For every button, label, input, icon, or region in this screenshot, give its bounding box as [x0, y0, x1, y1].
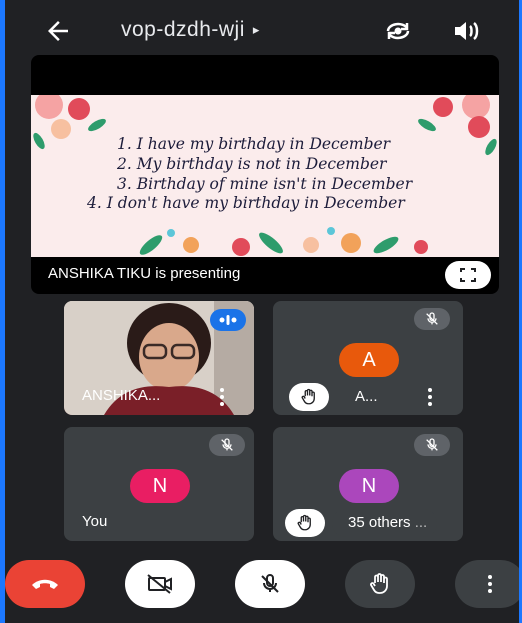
- slide-line-2: 2. My birthday is not in December: [117, 155, 387, 173]
- caret-right-icon: ▸: [252, 22, 260, 38]
- camera-toggle-button[interactable]: [125, 560, 195, 608]
- more-options-button[interactable]: [455, 560, 519, 608]
- participant-tile[interactable]: A A...: [273, 301, 463, 415]
- top-bar: vop-dzdh-wji ▸: [5, 10, 519, 54]
- mic-off-icon: [261, 573, 279, 593]
- more-vert-icon[interactable]: [427, 388, 433, 406]
- participant-name: 35 others: [348, 514, 411, 531]
- participant-name: ANSHIKA...: [82, 387, 161, 404]
- raise-hand-icon: [370, 573, 388, 594]
- mic-off-icon: [221, 438, 233, 451]
- raise-hand-icon: [301, 388, 315, 405]
- muted-indicator: [414, 434, 450, 456]
- back-button[interactable]: [43, 16, 75, 48]
- meeting-title[interactable]: vop-dzdh-wji ▸: [121, 18, 260, 42]
- end-call-button[interactable]: [5, 560, 85, 608]
- participant-name: A...: [355, 388, 378, 405]
- presentation-slide: 1. I have my birthday in December 2. My …: [31, 95, 499, 257]
- meeting-code: vop-dzdh-wji: [121, 18, 245, 41]
- meet-screen: vop-dzdh-wji ▸ 1. I have my birthday in …: [5, 0, 519, 623]
- slide-line-3: 3. Birthday of mine isn't in December: [117, 175, 413, 193]
- others-count[interactable]: 35 others ...: [332, 509, 438, 537]
- mic-off-icon: [426, 312, 438, 325]
- fullscreen-button[interactable]: [445, 261, 491, 289]
- muted-indicator: [209, 434, 245, 456]
- hand-raised-indicator: [289, 383, 329, 411]
- fullscreen-icon: [460, 268, 476, 282]
- presentation-card[interactable]: 1. I have my birthday in December 2. My …: [31, 55, 499, 294]
- mic-off-icon: [426, 438, 438, 451]
- hand-raised-indicator: [285, 509, 325, 537]
- avatar: A: [339, 343, 399, 377]
- speaking-indicator: [210, 309, 246, 331]
- participant-name: You: [82, 513, 108, 530]
- raise-hand-icon: [297, 514, 311, 531]
- raise-hand-button[interactable]: [345, 560, 415, 608]
- presenter-label: ANSHIKA TIKU is presenting: [48, 265, 241, 282]
- switch-camera-button[interactable]: [383, 18, 413, 49]
- more-vert-icon: [487, 575, 493, 593]
- participant-tile[interactable]: ANSHIKA...: [64, 301, 254, 415]
- camera-off-icon: [147, 574, 172, 594]
- speaker-icon: [455, 22, 479, 40]
- camera-switch-icon: [386, 22, 410, 40]
- audio-level-icon: [219, 315, 237, 325]
- mic-toggle-button[interactable]: [235, 560, 305, 608]
- avatar: N: [339, 469, 399, 503]
- arrow-left-icon: [48, 21, 68, 41]
- avatar: N: [130, 469, 190, 503]
- end-call-icon: [32, 579, 58, 589]
- slide-line-4: 4. I don't have my birthday in December: [87, 194, 405, 212]
- participant-tile[interactable]: N You: [64, 427, 254, 541]
- ellipsis-text: ...: [414, 514, 428, 531]
- audio-output-button[interactable]: [452, 19, 480, 48]
- more-vert-icon[interactable]: [219, 388, 225, 406]
- muted-indicator: [414, 308, 450, 330]
- slide-line-1: 1. I have my birthday in December: [117, 135, 391, 153]
